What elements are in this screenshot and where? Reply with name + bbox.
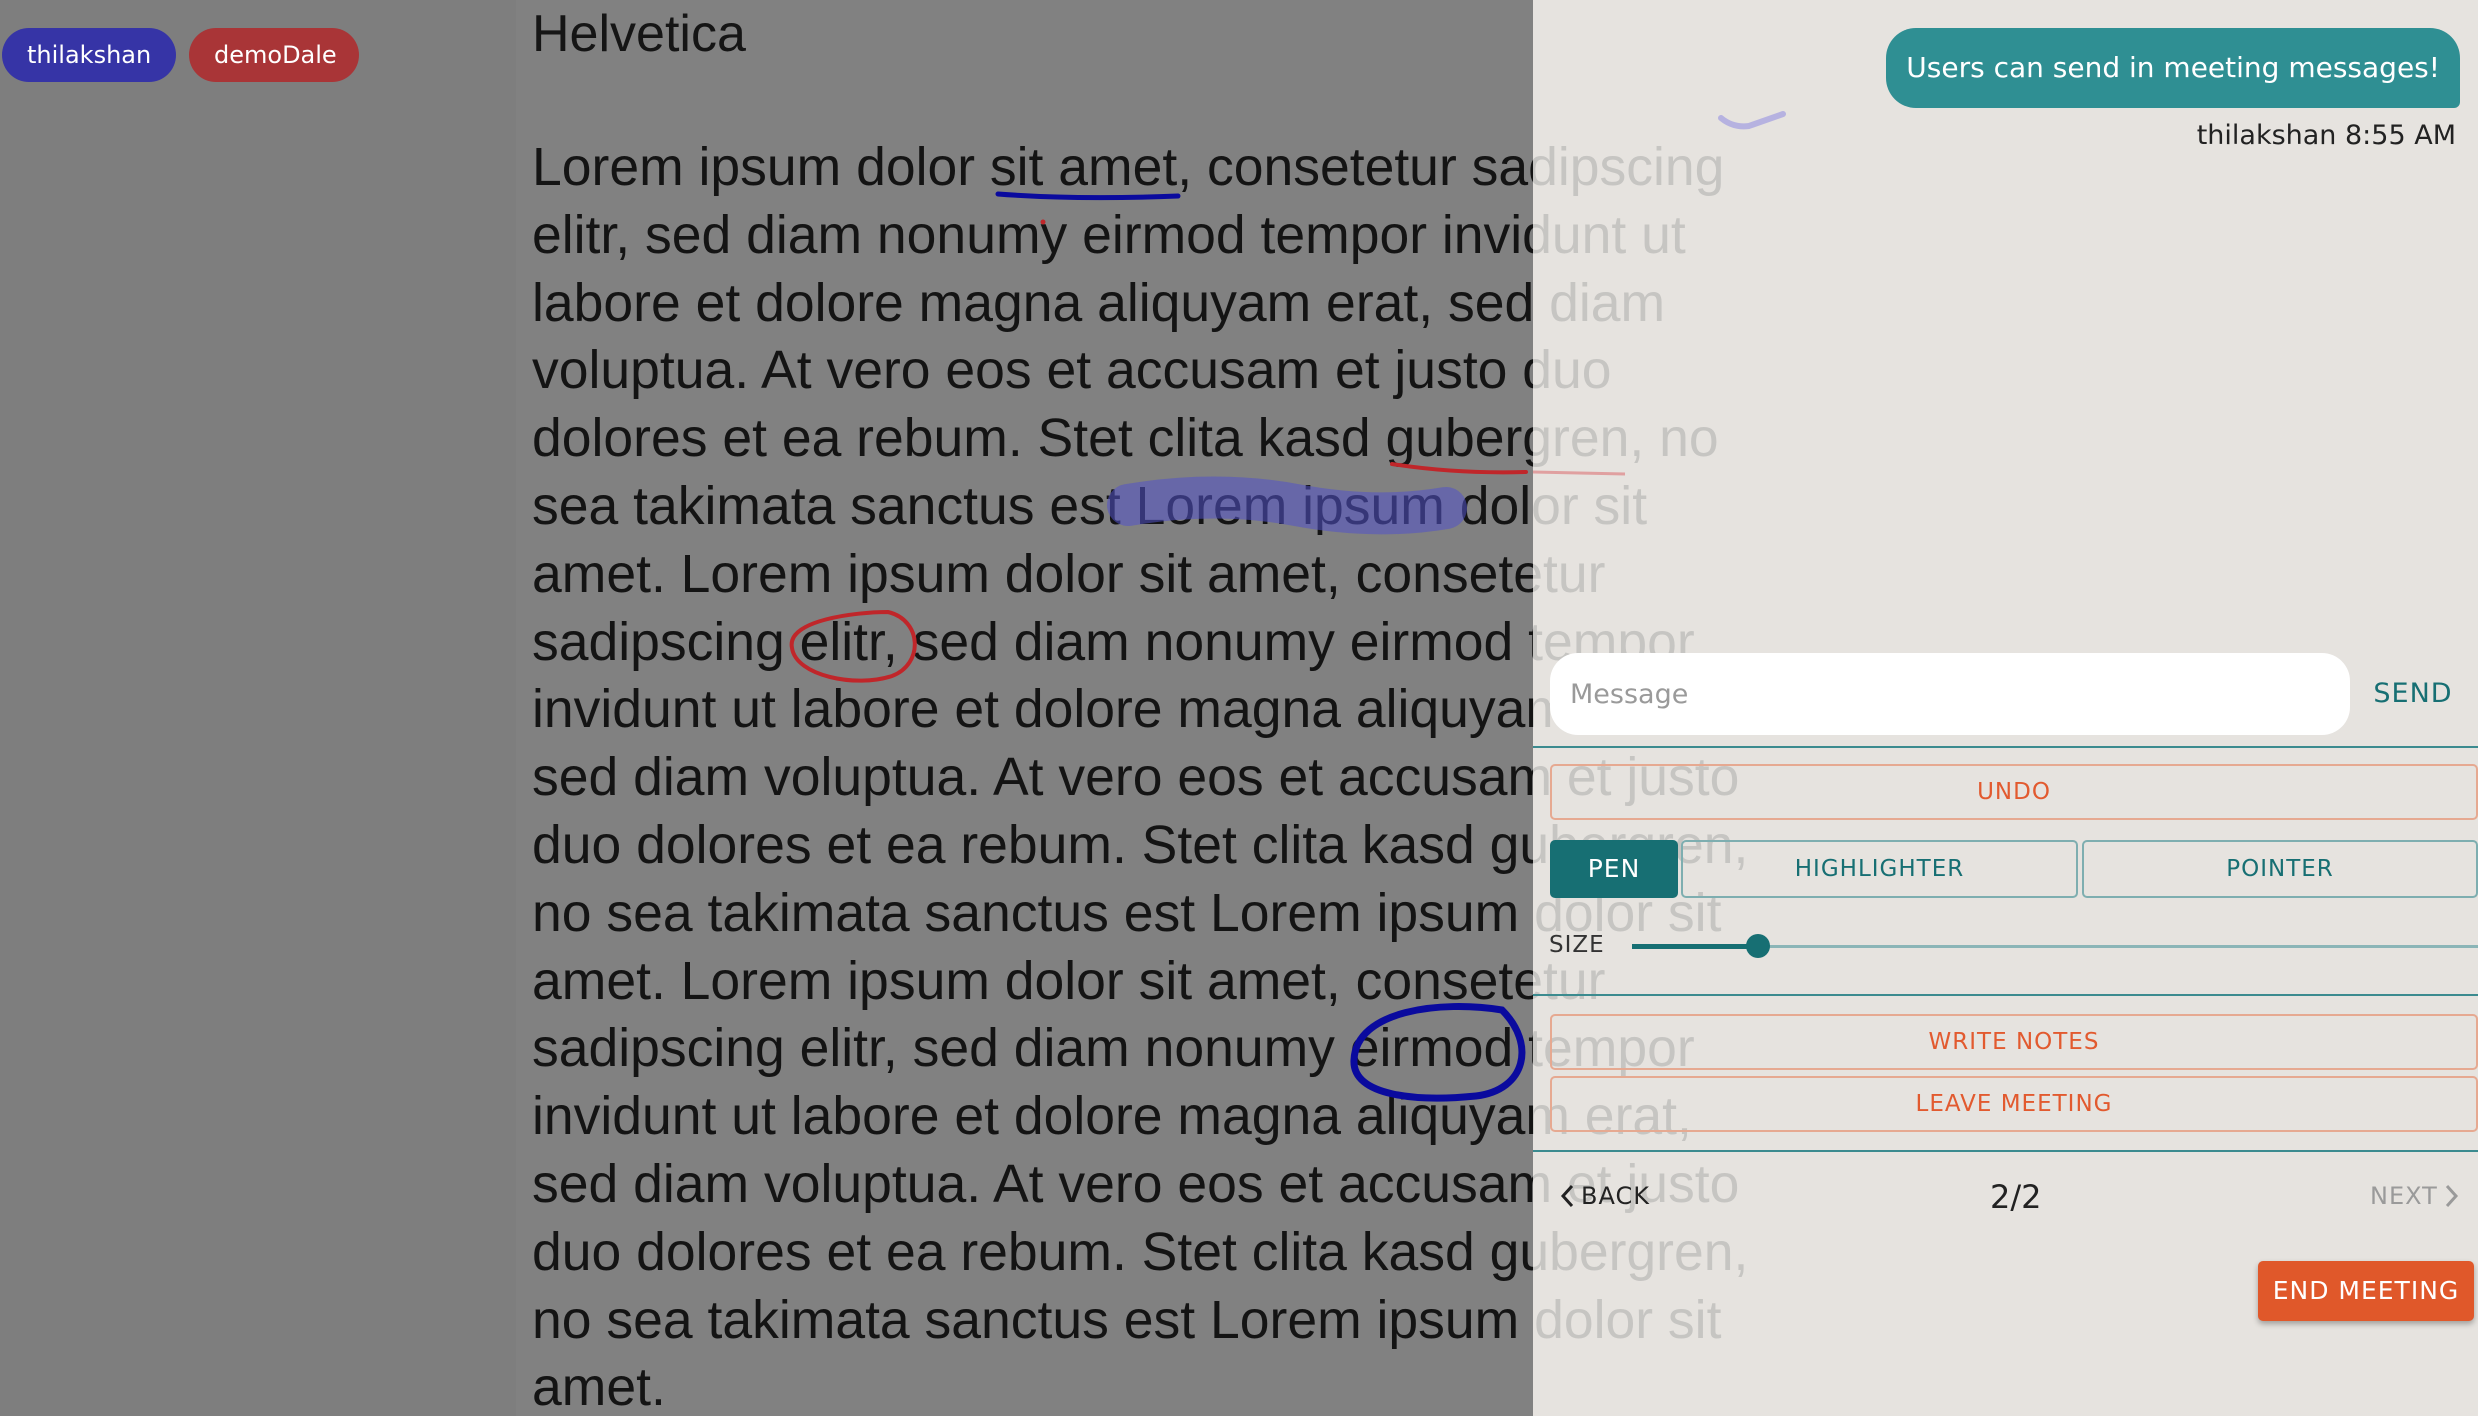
document-line: sadipscing elitr, sed diam nonumy eirmod… [532, 612, 1533, 672]
ghost-ink-underline [1533, 470, 1626, 476]
participant-chip-demodale[interactable]: demoDale [189, 28, 359, 82]
document-line: amet. [532, 1358, 666, 1416]
document-line: sed diam voluptua. At vero eos et accusa… [532, 1154, 1533, 1214]
send-button[interactable]: SEND [2358, 672, 2468, 716]
next-label: NEXT [2370, 1182, 2438, 1210]
document-line: sadipscing elitr, sed diam nonumy eirmod… [532, 1019, 1533, 1079]
divider [1533, 1150, 2478, 1152]
end-meeting-button[interactable]: END MEETING [2258, 1261, 2474, 1321]
page-indicator: 2/2 [1990, 1178, 2042, 1216]
document-line: voluptua. At vero eos et accusam et just… [532, 341, 1533, 401]
document-line: dolores et ea rebum. Stet clita kasd gub… [532, 409, 1533, 469]
document-line: sed diam voluptua. At vero eos et accusa… [532, 748, 1533, 808]
document-line: amet. Lorem ipsum dolor sit amet, conset… [532, 544, 1533, 604]
divider [1533, 746, 2478, 748]
back-button[interactable]: BACK [1559, 1182, 1650, 1210]
ghost-ink-arrow [1718, 111, 1786, 130]
document-page[interactable]: Helvetica Lorem ipsum dolor sit amet, co… [516, 0, 1533, 1416]
document-line: invidunt ut labore et dolore magna aliqu… [532, 680, 1533, 740]
participant-chip-thilakshan[interactable]: thilakshan [2, 28, 176, 82]
size-slider-thumb[interactable] [1746, 934, 1770, 958]
chat-message-meta: thilakshan 8:55 AM [2196, 120, 2456, 151]
document-line: no sea takimata sanctus est Lorem ipsum … [532, 883, 1533, 943]
back-label: BACK [1581, 1182, 1650, 1210]
document-line: elitr, sed diam nonumy eirmod tempor inv… [532, 205, 1533, 265]
document-line: duo dolores et ea rebum. Stet clita kasd… [532, 1222, 1533, 1282]
pointer-tool-button[interactable]: POINTER [2082, 840, 2478, 898]
document-line: sea takimata sanctus est Lorem ipsum dol… [532, 476, 1533, 536]
divider [1533, 994, 2478, 996]
document-line: invidunt ut labore et dolore magna aliqu… [532, 1087, 1533, 1147]
undo-button[interactable]: UNDO [1550, 764, 2478, 820]
write-notes-button[interactable]: WRITE NOTES [1550, 1014, 2478, 1070]
chevron-left-icon [1560, 1184, 1574, 1208]
highlighter-tool-button[interactable]: HIGHLIGHTER [1681, 840, 2078, 898]
size-label: SIZE [1549, 932, 1605, 958]
document-body: Lorem ipsum dolor sit amet, consetetur s… [532, 134, 1533, 1416]
document-line: duo dolores et ea rebum. Stet clita kasd… [532, 815, 1533, 875]
participant-list: thilakshan demoDale [2, 28, 359, 82]
chevron-right-icon [2445, 1184, 2458, 1208]
document-line: amet. Lorem ipsum dolor sit amet, conset… [532, 951, 1533, 1011]
document-title: Helvetica [532, 5, 746, 63]
document-line: labore et dolore magna aliquyam erat, se… [532, 273, 1533, 333]
size-slider-fill [1632, 944, 1758, 949]
document-line: no sea takimata sanctus est Lorem ipsum … [532, 1290, 1533, 1350]
meeting-panel: Lorem ipsum dolor sit amet, consetetur s… [1533, 0, 2478, 1416]
pen-tool-button[interactable]: PEN [1550, 840, 1678, 898]
message-input[interactable] [1550, 653, 2350, 735]
document-line: Lorem ipsum dolor sit amet, consetetur s… [532, 138, 1533, 197]
chat-message-bubble: Users can send in meeting messages! [1886, 28, 2460, 108]
leave-meeting-button[interactable]: LEAVE MEETING [1550, 1076, 2478, 1132]
next-button[interactable]: NEXT [2370, 1182, 2460, 1210]
